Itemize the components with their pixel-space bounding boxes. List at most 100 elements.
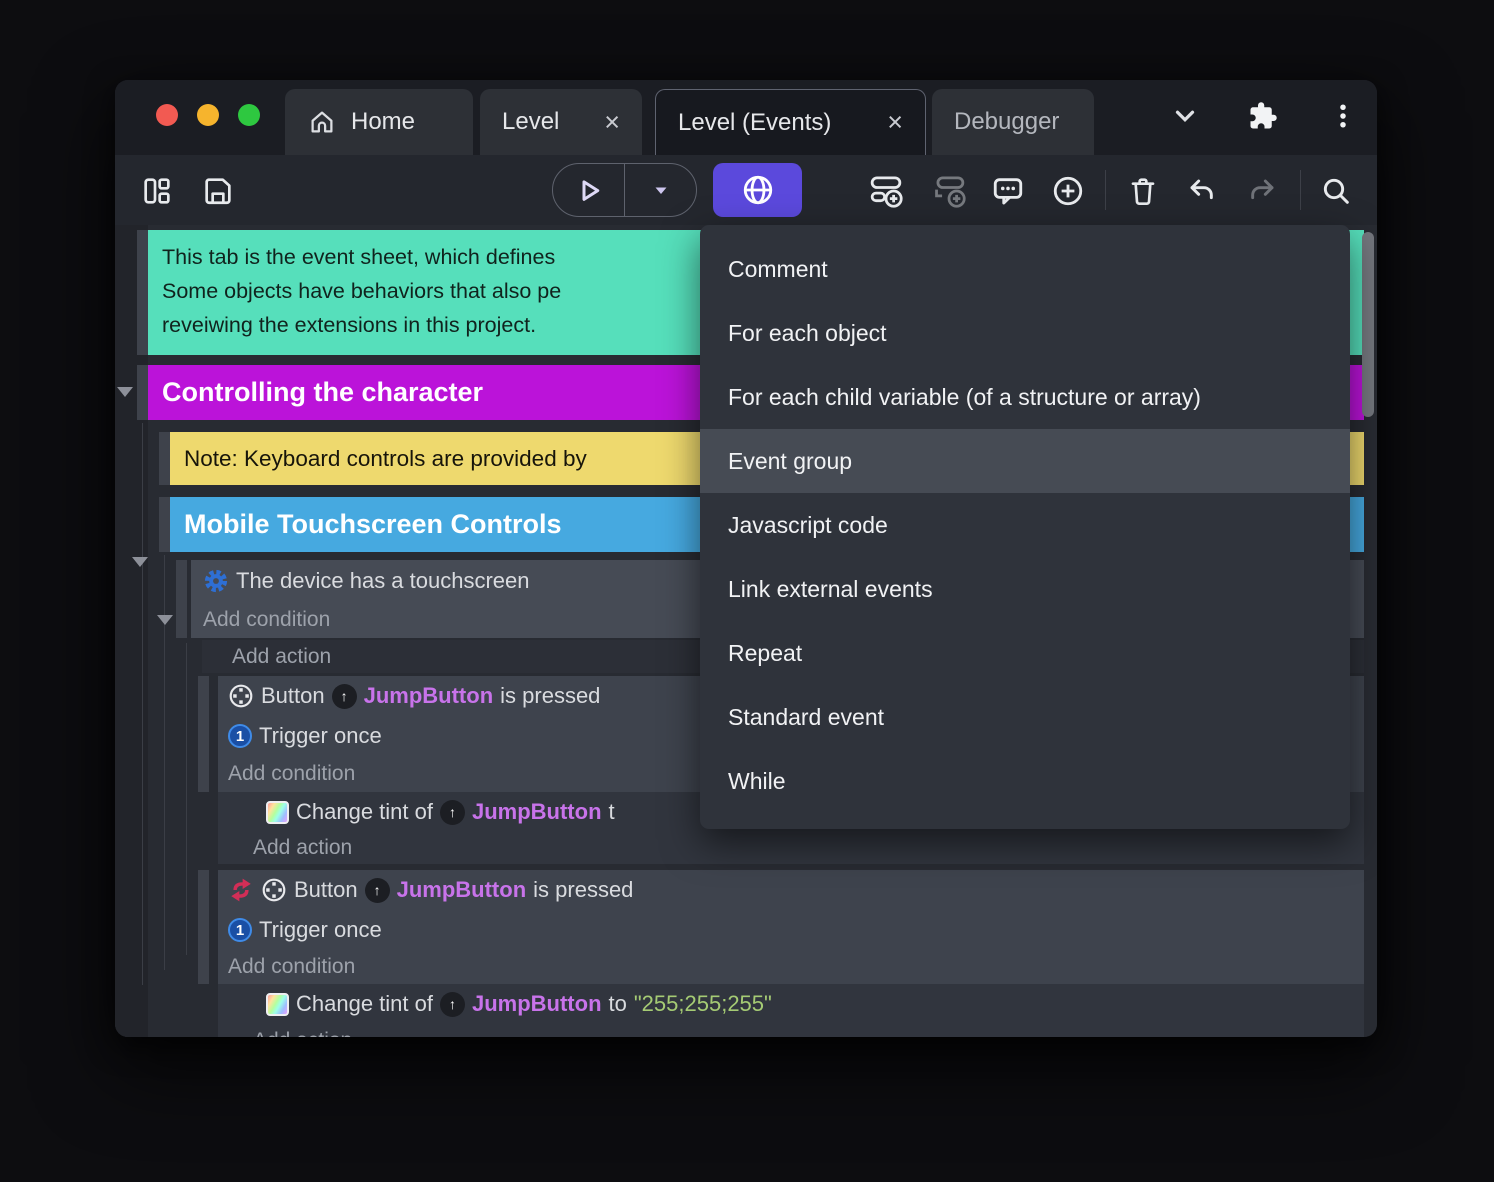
close-window-button[interactable]: [156, 104, 178, 126]
condition-text: Button: [261, 683, 325, 708]
tab-label: Home: [351, 108, 416, 135]
object-instance-icon: ↑: [331, 683, 357, 709]
menu-item-label: Repeat: [728, 639, 803, 666]
close-tab-icon[interactable]: ×: [604, 108, 620, 136]
scrollbar-thumb[interactable]: [1362, 232, 1374, 417]
add-action-label: Add action: [253, 1029, 352, 1037]
add-event-icon[interactable]: [868, 173, 904, 209]
save-icon[interactable]: [200, 173, 236, 209]
condition-row[interactable]: 1 Trigger once: [218, 910, 1364, 950]
margin-bar[interactable]: [159, 497, 170, 552]
add-condition-link[interactable]: Add condition: [218, 950, 1364, 984]
menu-item-label: Javascript code: [728, 511, 888, 538]
vertical-scrollbar[interactable]: [1361, 225, 1375, 1037]
zoom-window-button[interactable]: [238, 104, 260, 126]
delete-icon[interactable]: [1125, 173, 1161, 209]
add-sub-event-icon[interactable]: [931, 173, 967, 209]
object-link[interactable]: JumpButton: [364, 683, 494, 709]
condition-text: is pressed: [533, 877, 634, 902]
menu-item-link-external-events[interactable]: Link external events: [700, 557, 1350, 621]
condition-text: The device has a touchscreen: [236, 568, 530, 593]
add-comment-icon[interactable]: [990, 173, 1026, 209]
menu-item-label: Standard event: [728, 703, 885, 730]
addons-puzzle-icon[interactable]: [1246, 99, 1280, 133]
condition-row[interactable]: Button ↑ JumpButton is pressed: [218, 870, 1364, 910]
add-action-link[interactable]: Add action: [218, 832, 1364, 864]
menu-item-for-each-object[interactable]: For each object: [700, 301, 1350, 365]
menu-item-event-group[interactable]: Event group: [700, 429, 1350, 493]
action-area[interactable]: Change tint of ↑ JumpButton to "255;255;…: [218, 984, 1364, 1037]
menu-item-javascript-code[interactable]: Javascript code: [700, 493, 1350, 557]
tint-icon: [266, 800, 289, 824]
menu-item-label: Comment: [728, 255, 828, 282]
menu-item-repeat[interactable]: Repeat: [700, 621, 1350, 685]
preview-browser-button[interactable]: [713, 163, 802, 217]
collapse-arrow-icon[interactable]: [117, 387, 133, 397]
add-condition-label: Add condition: [228, 955, 356, 978]
add-object-icon[interactable]: [1050, 173, 1086, 209]
add-condition-label: Add condition: [203, 608, 331, 631]
menu-item-label: Link external events: [728, 575, 933, 602]
add-action-link[interactable]: Add action: [218, 1024, 1364, 1037]
event-block-jumpbutton-not-pressed[interactable]: Button ↑ JumpButton is pressed 1 Trigger…: [218, 870, 1364, 984]
trigger-once-icon: 1: [228, 724, 252, 748]
tree-line: [186, 643, 187, 955]
tab-level[interactable]: Level ×: [480, 89, 642, 155]
margin-bar[interactable]: [176, 560, 187, 638]
collapse-arrow-icon[interactable]: [157, 615, 173, 625]
menu-item-standard-event[interactable]: Standard event: [700, 685, 1350, 749]
toolbar: [115, 155, 1377, 225]
margin-bar[interactable]: [137, 365, 148, 420]
action-text: Change tint of: [296, 991, 433, 1016]
object-instance-icon: ↑: [439, 991, 465, 1017]
condition-text: Trigger once: [259, 723, 382, 748]
menu-item-label: For each object: [728, 319, 887, 346]
margin-bar[interactable]: [137, 230, 148, 355]
menu-item-while[interactable]: While: [700, 749, 1350, 813]
margin-bar[interactable]: [198, 870, 209, 984]
overflow-menu-icon[interactable]: [1326, 99, 1360, 133]
collapse-arrow-icon[interactable]: [132, 557, 148, 567]
object-instance-icon: ↑: [439, 799, 465, 825]
undo-icon[interactable]: [1184, 173, 1220, 209]
add-action-label: Add action: [232, 644, 332, 668]
tab-level-events[interactable]: Level (Events) ×: [655, 89, 926, 155]
margin-bar[interactable]: [198, 676, 209, 792]
menu-item-label: For each child variable (of a structure …: [728, 383, 1201, 410]
group-title: Controlling the character: [162, 377, 484, 407]
object-link[interactable]: JumpButton: [472, 799, 602, 825]
search-icon[interactable]: [1318, 173, 1354, 209]
menu-item-comment[interactable]: Comment: [700, 237, 1350, 301]
tab-label: Level: [502, 108, 560, 135]
action-text: to: [608, 991, 627, 1016]
action-text: t: [608, 799, 615, 824]
redo-icon[interactable]: [1244, 173, 1280, 209]
preview-play-button[interactable]: [553, 164, 624, 216]
action-row[interactable]: Change tint of ↑ JumpButton to "255;255;…: [218, 984, 1364, 1024]
object-link[interactable]: JumpButton: [397, 877, 527, 903]
margin-bar[interactable]: [159, 432, 170, 485]
note-text: Note: Keyboard controls are provided by: [184, 446, 587, 471]
chevron-down-icon[interactable]: [1168, 99, 1202, 133]
object-link[interactable]: JumpButton: [472, 991, 602, 1017]
menu-item-for-each-child-variable[interactable]: For each child variable (of a structure …: [700, 365, 1350, 429]
menu-item-label: Event group: [728, 447, 853, 474]
inverted-condition-icon: [231, 878, 251, 902]
minimize-window-button[interactable]: [197, 104, 219, 126]
menu-item-label: While: [728, 767, 786, 794]
string-literal: "255;255;255": [633, 991, 772, 1016]
group-title: Mobile Touchscreen Controls: [184, 509, 562, 539]
close-tab-icon[interactable]: ×: [887, 109, 903, 136]
tab-debugger[interactable]: Debugger: [932, 89, 1094, 155]
trigger-once-icon: 1: [228, 918, 252, 942]
add-condition-label: Add condition: [228, 762, 356, 785]
object-instance-icon: ↑: [364, 877, 390, 903]
preview-options-dropdown[interactable]: [625, 164, 696, 216]
action-text: Change tint of: [296, 799, 433, 824]
add-action-label: Add action: [253, 836, 353, 859]
title-bar: Home Level × Level (Events) × Debugger: [115, 80, 1377, 155]
tab-home[interactable]: Home: [285, 89, 473, 155]
layout-panels-icon[interactable]: [139, 173, 175, 209]
tree-line: [142, 423, 143, 985]
desktop-background: Home Level × Level (Events) × Debugger T…: [0, 0, 1494, 1182]
